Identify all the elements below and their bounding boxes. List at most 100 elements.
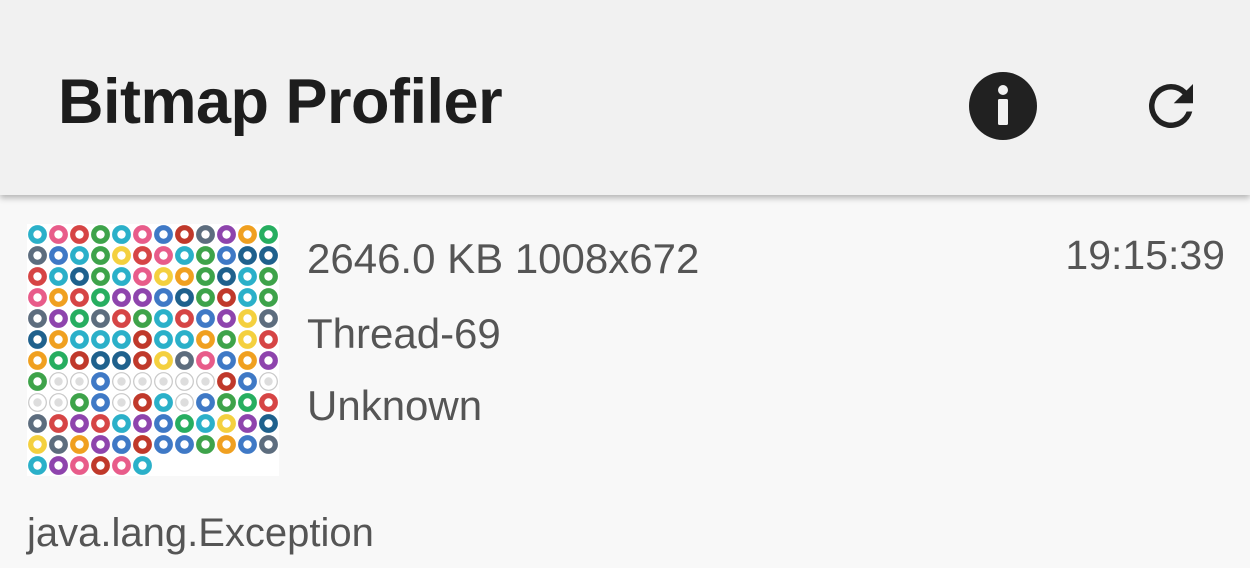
info-icon	[969, 72, 1037, 140]
sprite-icon	[196, 330, 215, 349]
sprite-icon	[49, 225, 68, 244]
refresh-button[interactable]	[1128, 63, 1214, 149]
sprite-icon	[133, 435, 152, 454]
sprite-icon	[217, 435, 236, 454]
sprite-icon	[154, 267, 173, 286]
sprite-icon	[175, 225, 194, 244]
sprite-icon	[28, 246, 47, 265]
sprite-icon	[70, 435, 89, 454]
sprite-icon	[175, 393, 194, 412]
sprite-icon	[154, 351, 173, 370]
sprite-icon	[112, 414, 131, 433]
sprite-icon	[133, 225, 152, 244]
sprite-icon	[70, 372, 89, 391]
sprite-icon	[112, 456, 131, 475]
sprite-icon	[49, 393, 68, 412]
sprite-icon	[49, 414, 68, 433]
sprite-icon	[238, 435, 257, 454]
sprite-icon	[91, 225, 110, 244]
sprite-icon	[28, 393, 47, 412]
sprite-icon	[112, 435, 131, 454]
sprite-icon	[91, 309, 110, 328]
sprite-icon	[28, 330, 47, 349]
sprite-icon	[196, 225, 215, 244]
sprite-icon	[133, 288, 152, 307]
sprite-icon	[28, 456, 47, 475]
sprite-icon	[259, 225, 278, 244]
sprite-icon	[175, 372, 194, 391]
sprite-icon	[217, 309, 236, 328]
sprite-icon	[238, 246, 257, 265]
sprite-icon	[70, 225, 89, 244]
sprite-icon	[49, 309, 68, 328]
stack-trace-line: java.lang.Exception	[27, 511, 374, 555]
sprite-icon	[196, 435, 215, 454]
sprite-icon	[49, 372, 68, 391]
sprite-icon	[217, 246, 236, 265]
sprite-icon	[133, 267, 152, 286]
sprite-icon	[196, 414, 215, 433]
sprite-icon	[154, 246, 173, 265]
sprite-icon	[28, 225, 47, 244]
sprite-icon	[112, 393, 131, 412]
sprite-icon	[196, 246, 215, 265]
sprite-icon	[91, 246, 110, 265]
sprite-icon	[91, 351, 110, 370]
sprite-icon	[91, 435, 110, 454]
sprite-icon	[112, 246, 131, 265]
sprite-icon	[91, 393, 110, 412]
sprite-icon	[112, 267, 131, 286]
sprite-icon	[196, 351, 215, 370]
sprite-icon	[154, 372, 173, 391]
sprite-icon	[238, 267, 257, 286]
sprite-icon	[112, 330, 131, 349]
sprite-icon	[238, 288, 257, 307]
sprite-icon	[259, 330, 278, 349]
sprite-icon	[238, 372, 257, 391]
sprite-icon	[112, 288, 131, 307]
sprite-icon	[70, 351, 89, 370]
sprite-icon	[238, 225, 257, 244]
sprite-icon	[238, 351, 257, 370]
sprite-icon	[238, 309, 257, 328]
sprite-icon	[133, 372, 152, 391]
sprite-icon	[259, 414, 278, 433]
sprite-icon	[217, 372, 236, 391]
sprite-icon	[259, 435, 278, 454]
sprite-icon	[28, 267, 47, 286]
sprite-icon	[112, 309, 131, 328]
sprite-icon	[259, 351, 278, 370]
sprite-icon	[175, 246, 194, 265]
sprite-icon	[196, 372, 215, 391]
sprite-icon	[217, 288, 236, 307]
app-bar: Bitmap Profiler	[0, 0, 1250, 195]
sprite-icon	[259, 393, 278, 412]
sprite-icon	[196, 393, 215, 412]
bitmap-profiler-screen: Bitmap Profiler 2646.0 KB 1008x672 Threa…	[0, 0, 1250, 568]
sprite-icon	[70, 309, 89, 328]
sprite-icon	[175, 435, 194, 454]
sprite-icon	[175, 414, 194, 433]
sprite-icon	[49, 288, 68, 307]
sprite-icon	[28, 309, 47, 328]
sprite-icon	[133, 414, 152, 433]
sprite-icon	[196, 267, 215, 286]
sprite-icon	[112, 225, 131, 244]
sprite-icon	[154, 225, 173, 244]
sprite-icon	[112, 351, 131, 370]
sprite-icon	[28, 435, 47, 454]
sprite-icon	[175, 309, 194, 328]
sprite-icon	[154, 288, 173, 307]
sprite-icon	[91, 288, 110, 307]
sprite-icon	[49, 435, 68, 454]
sprite-icon	[259, 288, 278, 307]
sprite-icon	[175, 288, 194, 307]
thumbnail-image	[28, 225, 278, 475]
sprite-icon	[238, 414, 257, 433]
sprite-icon	[70, 414, 89, 433]
sprite-icon	[217, 414, 236, 433]
sprite-icon	[70, 330, 89, 349]
sprite-icon	[154, 435, 173, 454]
info-button[interactable]	[960, 63, 1046, 149]
sprite-icon	[238, 330, 257, 349]
